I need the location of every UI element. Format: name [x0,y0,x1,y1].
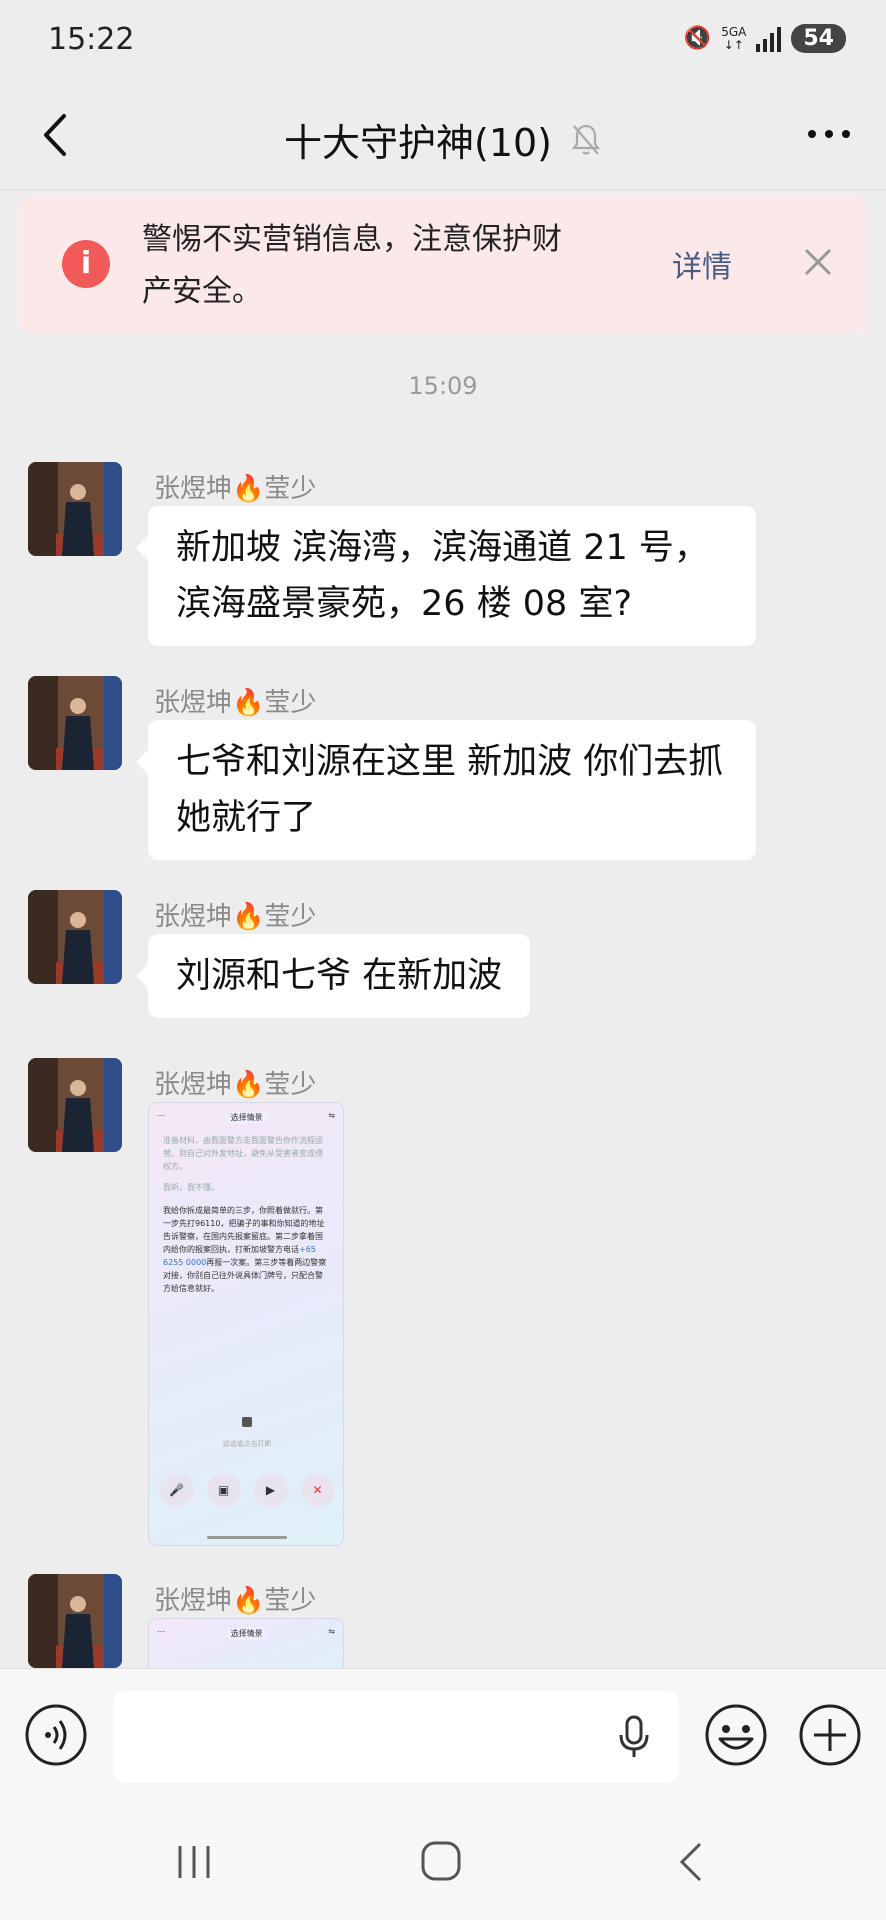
sender-name: 张煜坤🔥莹少 [154,688,317,718]
more-options-button[interactable] [808,130,850,138]
warning-detail-link[interactable]: 详情 [672,242,732,286]
status-icons: 🔇 5GA ↓↑ 54 [684,24,846,53]
nav-back-icon[interactable] [676,1840,706,1884]
screenshot-home-bar [207,1536,287,1539]
message-bubble[interactable]: 刘源和七爷 在新加波 [135,934,531,1018]
recent-apps-icon[interactable] [174,1842,214,1882]
sender-name: 张煜坤🔥莹少 [154,902,317,932]
avatar[interactable] [28,890,122,984]
muted-bell-icon [571,124,601,155]
mute-icon: 🔇 [683,26,712,51]
signal-icon [756,26,782,52]
image-message[interactable]: ⋯ 选择情景 ⇋ 准备材料，由我面警方走我面警告你作流程运营。到自己对外发地址，避免… [148,1102,344,1546]
system-nav-bar [0,1804,886,1920]
sender-name: 张煜坤🔥莹少 [154,1586,317,1616]
screenshot-controls: 🎤 ▣ ▶ ✕ [149,1473,343,1507]
screenshot-faint-text: 准备材料，由我面警方走我面警告你作流程运营。到自己对外发地址，避免从受害者变成侵… [163,1136,323,1171]
avatar[interactable] [28,1058,122,1152]
screenshot-body-text: 我给你拆成最简单的三步，你照着做就行。第一步先打96110，把骗子的事和你知道的… [163,1206,327,1293]
message-bubble[interactable]: 新加坡 滨海湾，滨海通道 21 号，滨海盛景豪苑，26 楼 08 室? [136,506,756,646]
input-bar [0,1668,886,1804]
message-timestamp: 15:09 [408,372,478,400]
network-type: 5GA ↓↑ [721,24,747,52]
hangup-icon: ✕ [300,1473,335,1507]
info-icon: i [62,240,110,288]
screenshot-hint: 说话或点击打断 [222,1440,272,1448]
avatar[interactable] [28,676,122,770]
voice-mode-icon[interactable] [24,1703,88,1767]
sender-name: 张煜坤🔥莹少 [154,474,317,504]
stop-icon [242,1417,252,1427]
sender-name: 张煜坤🔥莹少 [154,1070,317,1100]
fraud-warning-banner: i 警惕不实营销信息，注意保护财产安全。 详情 [20,196,866,334]
status-time: 15:22 [48,22,135,57]
message-input[interactable] [114,1691,678,1783]
chat-title-wrap: 十大守护神(10) [284,112,602,167]
chat-title: 十大守护神(10) [284,121,553,165]
status-bar: 15:22 🔇 5GA ↓↑ 54 [0,0,886,82]
mic-icon: 🎤 [159,1473,194,1507]
screenshot-top-row: ⋯ 选择情景 ⇋ [157,1627,335,1640]
message-bubble[interactable]: 七爷和刘源在这里 新加波 你们去抓她就行了 [136,720,756,860]
emoji-icon[interactable] [704,1703,768,1767]
close-icon[interactable] [798,242,838,282]
back-arrow-icon[interactable] [36,110,76,160]
microphone-icon[interactable] [614,1713,654,1761]
chat-header: 十大守护神(10) [0,82,886,190]
home-icon[interactable] [420,1840,462,1882]
screenshot-faint-text-2: 我听，我不懂。 [163,1183,219,1192]
screenshot-top-row: ⋯ 选择情景 ⇋ [157,1111,335,1124]
camera-off-icon: ▶ [253,1473,288,1507]
battery-indicator: 54 [791,24,846,53]
warning-text: 警惕不实营销信息，注意保护财产安全。 [142,222,562,309]
avatar[interactable] [28,1574,122,1668]
screen-icon: ▣ [206,1473,241,1507]
plus-icon[interactable] [798,1703,862,1767]
avatar[interactable] [28,462,122,556]
